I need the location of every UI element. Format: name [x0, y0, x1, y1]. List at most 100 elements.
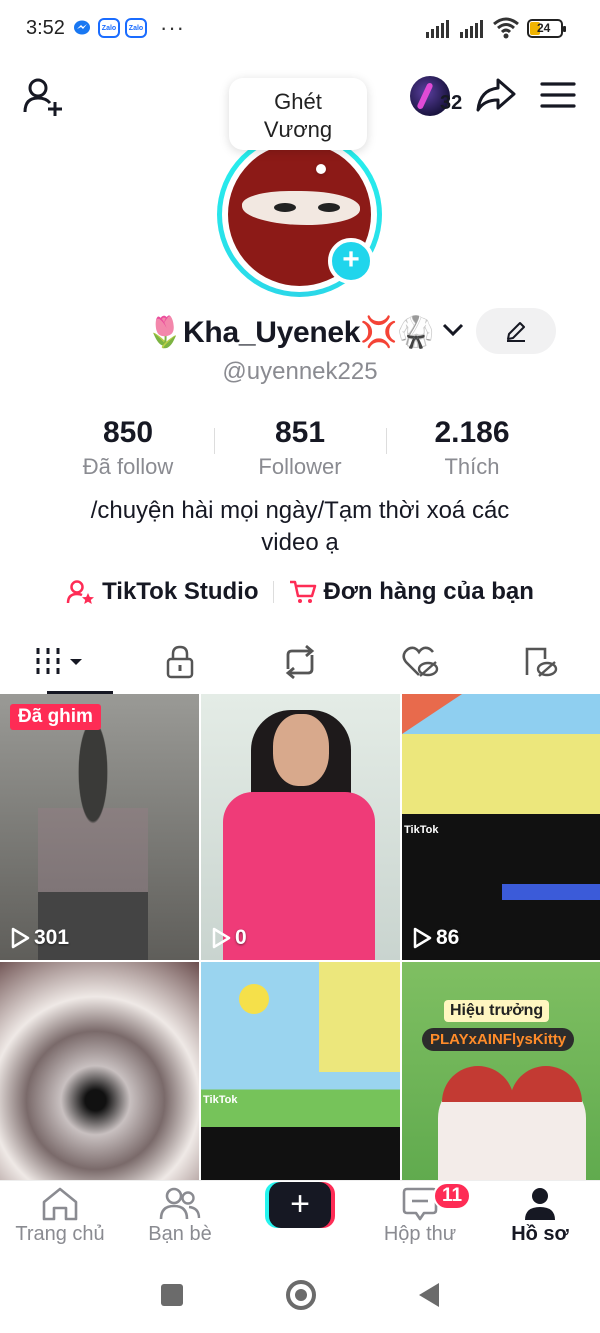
home-icon	[42, 1187, 78, 1221]
nav-profile[interactable]: Hồ sơ	[480, 1181, 600, 1256]
more-notifications-icon: ···	[160, 15, 185, 40]
share-icon	[476, 78, 516, 112]
bookmark-hidden-icon	[525, 647, 558, 677]
tab-favorites[interactable]	[360, 632, 480, 692]
heart-hidden-icon	[402, 646, 439, 677]
person-star-icon	[66, 580, 95, 604]
view-count: 86	[412, 926, 459, 950]
divider	[386, 428, 387, 454]
pinned-badge: Đã ghim	[10, 704, 101, 730]
nav-create[interactable]: +	[240, 1181, 360, 1256]
create-button[interactable]: +	[265, 1182, 335, 1228]
tab-private[interactable]	[120, 632, 240, 692]
stat-label: Follower	[258, 454, 342, 479]
grid-icon	[36, 648, 82, 676]
likes-stat[interactable]: 2.186 Thích	[386, 416, 558, 480]
video-thumbnail[interactable]	[0, 962, 199, 1180]
video-thumbnail[interactable]: TikTok 86	[402, 694, 600, 960]
tiktok-watermark: TikTok	[404, 824, 439, 836]
share-profile-button[interactable]	[474, 76, 518, 116]
bubble-tail	[316, 164, 326, 174]
signal-icon	[426, 20, 449, 38]
view-count: 0	[211, 926, 247, 950]
lock-icon	[166, 645, 194, 679]
system-nav-bar	[0, 1256, 600, 1333]
tiktok-studio-label: TikTok Studio	[102, 578, 259, 605]
chevron-down-icon[interactable]	[442, 323, 464, 342]
tab-liked[interactable]	[480, 632, 600, 692]
inbox-count-badge: 11	[433, 1182, 471, 1210]
username: @uyennek225	[222, 358, 378, 385]
tab-videos[interactable]	[0, 632, 120, 694]
story-count: 32	[440, 92, 463, 114]
zalo-icon: Zalo	[125, 18, 147, 38]
repost-icon	[285, 645, 315, 679]
tiktok-studio-link[interactable]: TikTok Studio	[66, 578, 259, 606]
stat-label: Đã follow	[82, 454, 174, 479]
orders-link[interactable]: Đơn hàng của bạn	[288, 578, 534, 606]
home-button[interactable]	[285, 1279, 316, 1310]
stat-value: 2.186	[434, 416, 510, 449]
nav-inbox-label: Hộp thư	[383, 1223, 457, 1245]
add-person-icon	[23, 78, 62, 116]
status-bar: 3:52 Zalo Zalo ··· 24	[0, 0, 600, 58]
hamburger-icon	[540, 81, 576, 108]
nav-profile-label: Hồ sơ	[511, 1223, 569, 1245]
messenger-icon	[72, 18, 92, 38]
following-stat[interactable]: 850 Đã follow	[42, 416, 214, 480]
zalo-icon: Zalo	[98, 18, 120, 38]
divider	[214, 428, 215, 454]
display-name: 🌷Kha_Uyenek💢🥋	[146, 315, 435, 349]
profile-tabs	[0, 632, 600, 694]
note-text-line2: Vương	[263, 117, 333, 142]
note-text-line1: Ghét	[274, 89, 322, 114]
video-subtitle-tag: PLAYxAINFlysKitty	[422, 1028, 575, 1051]
add-friend-button[interactable]	[22, 76, 66, 116]
note-bubble[interactable]: Ghét Vương	[229, 78, 367, 150]
orders-label: Đơn hàng của bạn	[323, 578, 534, 605]
video-title-tag: Hiệu trưởng	[444, 1000, 550, 1022]
nav-home-label: Trang chủ	[15, 1223, 105, 1245]
plus-icon: +	[269, 1182, 331, 1228]
stat-value: 850	[102, 416, 154, 449]
bio-line: /chuyện hài mọi ngày/Tạm thời xoá các	[90, 497, 510, 524]
nav-inbox[interactable]: Hộp thư 11	[360, 1181, 480, 1256]
display-name-row[interactable]: 🌷Kha_Uyenek💢🥋	[146, 310, 464, 354]
wifi-icon	[493, 17, 519, 44]
cart-icon	[289, 580, 316, 603]
nav-home[interactable]: Trang chủ	[0, 1181, 120, 1256]
status-time: 3:52	[26, 17, 65, 39]
friends-icon	[159, 1187, 201, 1220]
play-icon	[11, 927, 30, 949]
bio-line: video ạ	[261, 529, 339, 556]
play-icon	[212, 927, 231, 949]
profile-icon	[525, 1188, 555, 1220]
stat-value: 851	[274, 416, 326, 449]
video-thumbnail[interactable]: Hiệu trưởng PLAYxAINFlysKitty	[402, 962, 600, 1180]
battery-level: 24	[537, 21, 551, 35]
nav-friends-label: Bạn bè	[148, 1223, 212, 1245]
bottom-nav: Trang chủ Bạn bè + Hộp thư 11 Hồ sơ	[0, 1180, 600, 1256]
back-button[interactable]	[418, 1282, 439, 1307]
tiktok-watermark: TikTok	[203, 1094, 238, 1106]
video-thumbnail[interactable]: TikTok	[201, 962, 400, 1180]
pencil-icon	[507, 322, 525, 342]
video-thumbnail[interactable]: Đã ghim 301	[0, 694, 199, 960]
video-thumbnail[interactable]: 0	[201, 694, 400, 960]
nav-friends[interactable]: Bạn bè	[120, 1181, 240, 1256]
tab-reposts[interactable]	[240, 632, 360, 692]
profile-links: TikTok Studio Đơn hàng của bạn	[0, 578, 600, 606]
recents-button[interactable]	[161, 1283, 184, 1306]
stat-label: Thích	[444, 454, 500, 479]
menu-button[interactable]	[536, 76, 580, 116]
profile-bio: /chuyện hài mọi ngày/Tạm thời xoá các vi…	[40, 495, 560, 559]
edit-profile-button[interactable]	[476, 308, 556, 354]
followers-stat[interactable]: 851 Follower	[214, 416, 386, 480]
play-icon	[413, 927, 432, 949]
battery-icon: 24	[527, 19, 566, 38]
video-grid: Đã ghim 301 0 TikTok 86 TikTok Hiệu trưở…	[0, 694, 600, 1180]
divider	[272, 581, 274, 603]
view-count: 301	[10, 926, 69, 950]
add-story-button[interactable]: +	[328, 238, 374, 284]
signal-icon	[460, 20, 483, 38]
